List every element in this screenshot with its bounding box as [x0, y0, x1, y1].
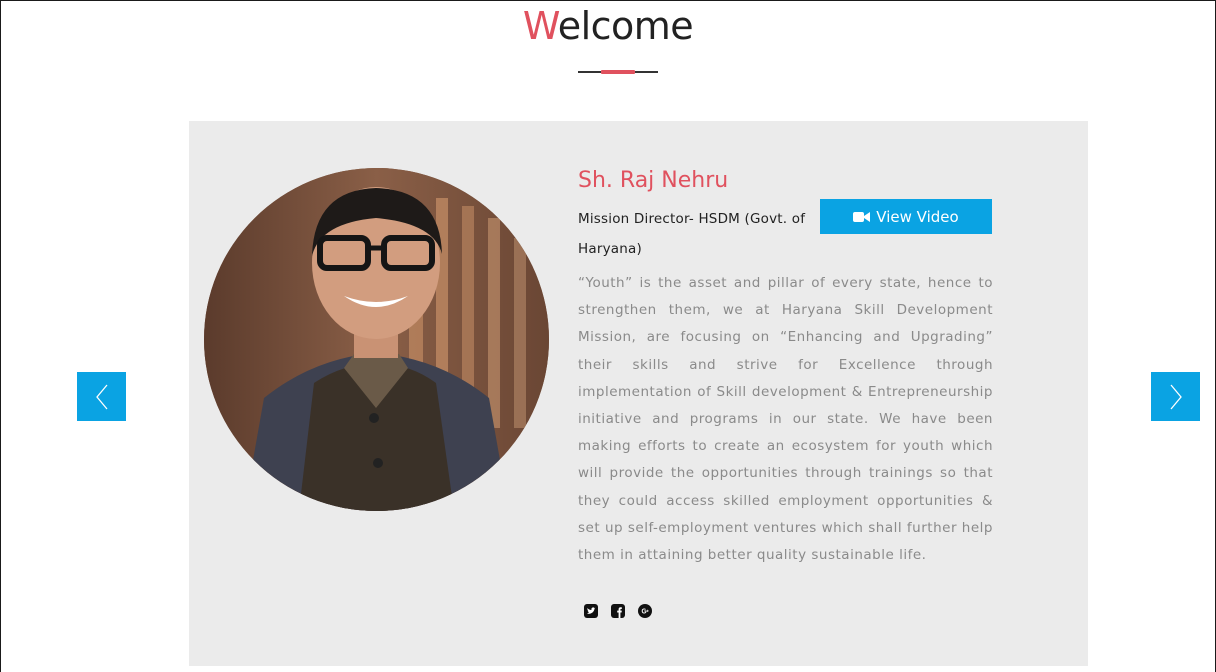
profile-photo-illustration: [204, 168, 549, 511]
chevron-right-icon: [1170, 384, 1182, 409]
profile-photo: [204, 168, 549, 511]
profile-designation: Mission Director- HSDM (Govt. of Haryana…: [578, 211, 806, 257]
google-plus-icon[interactable]: [638, 604, 652, 618]
carousel-prev-button[interactable]: [77, 372, 126, 421]
facebook-icon[interactable]: [611, 604, 625, 618]
profile-quote: “Youth” is the asset and pillar of every…: [578, 275, 993, 564]
title-divider: [578, 70, 658, 74]
section-title-initial: W: [522, 4, 558, 48]
section-title: Welcome: [0, 4, 1216, 48]
profile-name: Sh. Raj Nehru: [578, 168, 729, 193]
view-video-button[interactable]: View Video: [820, 199, 992, 234]
social-links: [584, 604, 652, 618]
view-video-label: View Video: [876, 207, 959, 226]
carousel-next-button[interactable]: [1151, 372, 1200, 421]
chevron-left-icon: [95, 384, 107, 409]
video-camera-icon: [853, 211, 871, 223]
twitter-icon[interactable]: [584, 604, 598, 618]
title-divider-accent: [601, 70, 635, 74]
section-title-rest: elcome: [557, 4, 694, 48]
